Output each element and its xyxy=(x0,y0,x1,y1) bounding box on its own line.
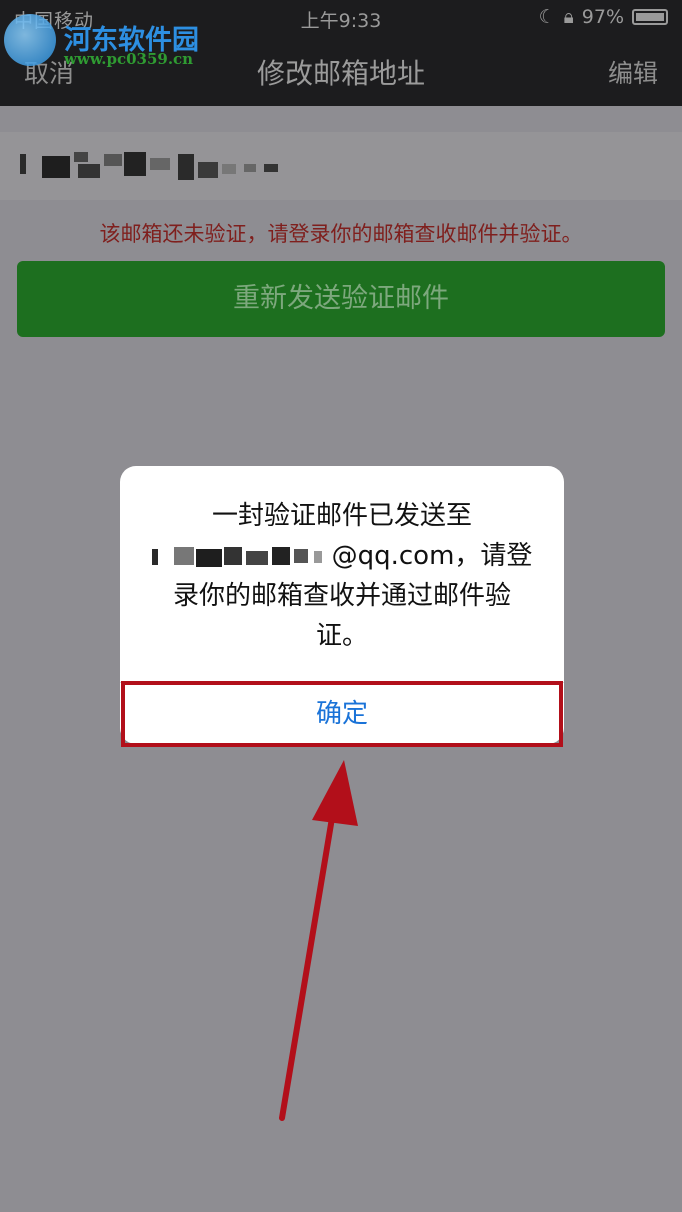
annotation-arrow xyxy=(279,760,358,1121)
annotation-arrow-head xyxy=(312,760,358,826)
annotation-arrow-shaft xyxy=(279,797,338,1121)
